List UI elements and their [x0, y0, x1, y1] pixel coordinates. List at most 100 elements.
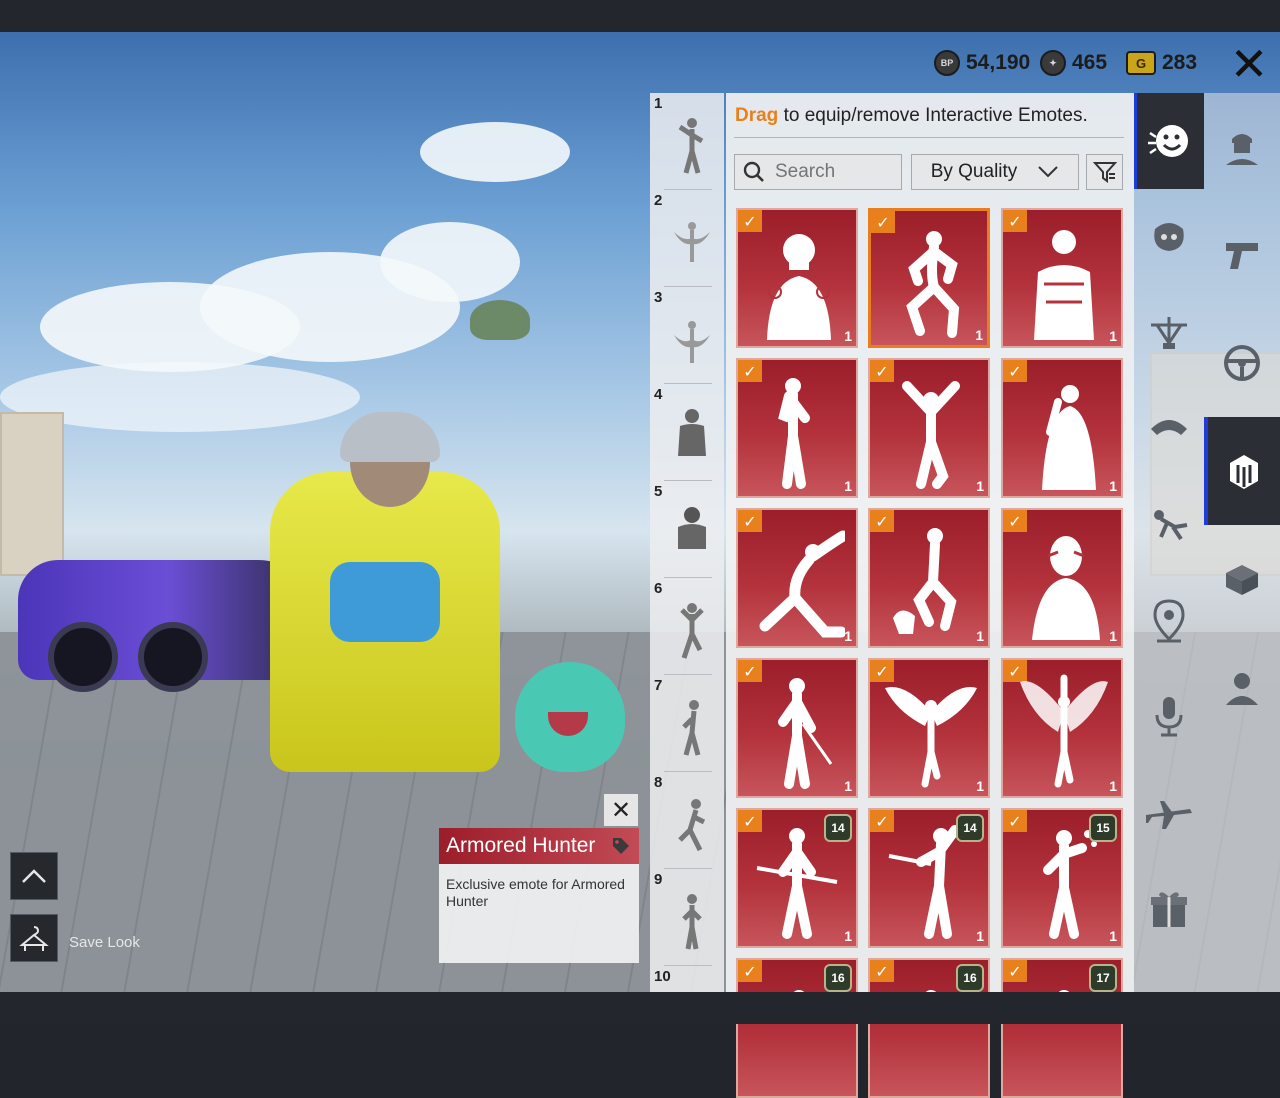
card-count: 1 [844, 778, 852, 794]
emote-slot[interactable]: 7 [650, 675, 724, 772]
emote-slot[interactable]: 1 [650, 93, 724, 190]
card-count: 1 [976, 478, 984, 494]
tooltip-close-button[interactable]: ✕ [604, 794, 638, 826]
emote-silhouette-icon [678, 409, 706, 456]
expand-up-button[interactable] [10, 852, 58, 900]
save-look-button[interactable] [10, 914, 58, 962]
slot-number: 6 [654, 580, 663, 597]
bottom-letterbox [0, 992, 1280, 1024]
emote-figure-icon [767, 234, 831, 340]
sort-dropdown[interactable]: By Quality [911, 154, 1079, 190]
emote-slot[interactable]: 4 [650, 384, 724, 481]
tab-glider[interactable] [1134, 381, 1204, 477]
tab-gift[interactable] [1134, 861, 1204, 957]
active-tab-indicator [1134, 93, 1137, 189]
currency-value: 54,190 [966, 51, 1031, 74]
emote-card[interactable]: ✓ 1 [1001, 358, 1123, 498]
slot-number: 3 [654, 289, 663, 306]
emote-slot[interactable]: 8 [650, 772, 724, 869]
card-count: 1 [1109, 928, 1117, 944]
tab-landing[interactable] [1134, 477, 1204, 573]
emote-silhouette-icon [678, 507, 706, 549]
emote-card[interactable]: ✓ 1 [868, 358, 990, 498]
emote-card[interactable]: ✓ 17 [1001, 958, 1123, 1098]
emote-card[interactable]: ✓ 14 1 [736, 808, 858, 948]
top-letterbox [0, 0, 1280, 32]
emote-figure-icon [1034, 230, 1094, 340]
slot-number: 7 [654, 677, 663, 694]
emote-slot[interactable]: 9 [650, 869, 724, 966]
sort-label: By Quality [930, 161, 1018, 182]
emote-card[interactable]: ✓ 1 [868, 508, 990, 648]
level-badge: 14 [956, 814, 984, 842]
filter-button[interactable] [1086, 154, 1123, 190]
tab-crates[interactable] [1204, 525, 1280, 633]
level-badge: 17 [1089, 964, 1117, 992]
emote-figure-icon [893, 528, 957, 634]
tab-map-marker[interactable] [1134, 573, 1204, 669]
slot-number: 2 [654, 192, 663, 209]
card-count: 1 [844, 478, 852, 494]
landing-icon [1154, 510, 1188, 541]
parachute-icon [1151, 317, 1187, 349]
close-icon[interactable]: ✕ [1222, 37, 1276, 91]
emote-figure-icon [885, 687, 977, 788]
tab-parachute[interactable] [1134, 285, 1204, 381]
emote-card[interactable]: ✓ 1 [1001, 208, 1123, 348]
tab-emotes[interactable] [1134, 93, 1204, 189]
card-count: 1 [844, 628, 852, 644]
emote-silhouette-icon [678, 118, 704, 174]
emote-card[interactable]: ✓ 1 [736, 508, 858, 648]
tab-pets[interactable] [1134, 189, 1204, 285]
emote-figure-icon [906, 231, 960, 338]
emote-figure-icon [778, 678, 833, 789]
emote-card[interactable]: ✓ 1 [736, 358, 858, 498]
emote-card[interactable]: ✓ 1 [1001, 658, 1123, 798]
emote-slot[interactable]: 3 [650, 287, 724, 384]
map-pin-icon [1153, 599, 1185, 643]
tab-hunter[interactable] [1204, 633, 1280, 741]
airplane-icon [1146, 801, 1192, 829]
chevron-down-icon [1038, 166, 1059, 178]
gold-coupon-icon: G [1126, 51, 1156, 75]
tab-airplane[interactable] [1134, 765, 1204, 861]
emote-figure-icon [1020, 674, 1108, 788]
emote-card[interactable]: ✓ 16 [736, 958, 858, 1098]
emote-slot[interactable]: 6 [650, 578, 724, 675]
emote-slot-column: 1 2 3 4 5 6 7 8 9 10 [650, 93, 724, 992]
level-badge: 14 [824, 814, 852, 842]
currency-bp: BP 54,190 [934, 48, 1030, 78]
tab-vehicles[interactable] [1204, 309, 1280, 417]
character-shorts [330, 562, 440, 642]
emote-figure-icon [778, 378, 810, 489]
tab-character[interactable] [1204, 93, 1280, 201]
search-input[interactable] [773, 160, 897, 184]
emote-card[interactable]: ✓ 15 1 [1001, 808, 1123, 948]
emote-card[interactable]: ✓ 1 [736, 658, 858, 798]
emote-silhouette-icon [682, 894, 702, 950]
card-count: 1 [976, 928, 984, 944]
tooltip-description: Exclusive emote for Armored Hunter [446, 876, 625, 909]
character-icon [1226, 134, 1258, 165]
category-tabs-left [1134, 93, 1204, 992]
emote-card[interactable]: ✓ 16 [868, 958, 990, 1098]
emote-card[interactable]: ✓ 1 [1001, 508, 1123, 648]
tab-weapons[interactable] [1204, 201, 1280, 309]
emote-card[interactable]: ✓ 14 1 [868, 808, 990, 948]
slot-number: 1 [654, 95, 663, 112]
drag-hint: Drag to equip/remove Interactive Emotes. [735, 105, 1088, 126]
emote-figure-icon [759, 530, 845, 638]
category-tabs-right [1204, 93, 1280, 992]
emote-slot[interactable]: 2 [650, 190, 724, 287]
card-count: 1 [844, 328, 852, 344]
search-field[interactable] [734, 154, 902, 190]
emote-card[interactable]: ✓ 1 [868, 208, 990, 348]
emote-card[interactable]: ✓ 1 [868, 658, 990, 798]
tab-voice[interactable] [1134, 669, 1204, 765]
emote-silhouette-icon [674, 222, 710, 262]
emote-card[interactable]: ✓ 1 [736, 208, 858, 348]
search-icon [743, 161, 764, 182]
level-badge: 15 [1089, 814, 1117, 842]
tab-outfits[interactable] [1204, 417, 1280, 525]
emote-slot[interactable]: 5 [650, 481, 724, 578]
